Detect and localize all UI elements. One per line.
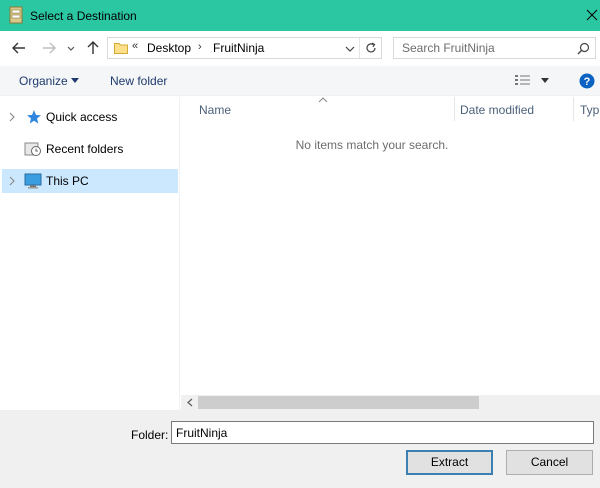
breadcrumb-fruitninja[interactable]: FruitNinja bbox=[213, 41, 264, 55]
forward-arrow-icon[interactable] bbox=[40, 39, 58, 57]
column-divider[interactable] bbox=[454, 97, 455, 121]
back-arrow-icon[interactable] bbox=[10, 39, 28, 57]
address-bar[interactable]: « Desktop › FruitNinja bbox=[107, 37, 382, 59]
column-header-date-modified[interactable]: Date modified bbox=[460, 103, 534, 117]
sidebar-item-this-pc[interactable]: This PC bbox=[2, 169, 178, 193]
app-icon bbox=[9, 6, 23, 24]
search-box[interactable] bbox=[393, 37, 596, 59]
expand-chevron-icon[interactable] bbox=[8, 175, 16, 187]
sidebar-item-label: This PC bbox=[46, 174, 89, 188]
sidebar-item-recent-folders[interactable]: Recent folders bbox=[2, 137, 178, 161]
address-dropdown-chevron-icon[interactable] bbox=[344, 43, 356, 55]
view-dropdown-icon[interactable] bbox=[541, 78, 549, 84]
folder-icon bbox=[114, 43, 128, 54]
cancel-button[interactable]: Cancel bbox=[506, 450, 593, 475]
horizontal-scrollbar[interactable] bbox=[181, 395, 600, 410]
search-icon[interactable] bbox=[577, 42, 590, 55]
scrollbar-thumb[interactable] bbox=[198, 396, 479, 409]
extract-button[interactable]: Extract bbox=[406, 450, 493, 475]
close-icon[interactable] bbox=[582, 4, 600, 26]
sidebar-item-quick-access[interactable]: Quick access bbox=[2, 105, 178, 129]
empty-message: No items match your search. bbox=[295, 138, 449, 152]
breadcrumb-overflow[interactable]: « bbox=[132, 40, 138, 52]
organize-label: Organize bbox=[19, 74, 68, 88]
dialog-footer: Folder: Extract Cancel bbox=[0, 410, 600, 488]
sidebar-item-label: Quick access bbox=[46, 110, 118, 124]
column-divider[interactable] bbox=[573, 97, 574, 121]
window-title: Select a Destination bbox=[30, 9, 137, 23]
recent-folders-icon bbox=[24, 142, 41, 156]
breadcrumb-separator-icon[interactable]: › bbox=[198, 41, 202, 53]
column-header-name[interactable]: Name bbox=[199, 103, 231, 117]
expand-chevron-icon[interactable] bbox=[8, 111, 16, 123]
title-bar: Select a Destination bbox=[0, 0, 600, 31]
folder-input[interactable] bbox=[171, 421, 594, 444]
sort-up-chevron-icon bbox=[318, 97, 328, 103]
computer-icon bbox=[24, 173, 42, 189]
new-folder-button[interactable]: New folder bbox=[110, 74, 167, 88]
organize-dropdown-icon[interactable] bbox=[71, 78, 79, 84]
help-icon[interactable]: ? bbox=[579, 73, 595, 89]
up-arrow-icon[interactable] bbox=[84, 39, 102, 57]
folder-label: Folder: bbox=[131, 428, 169, 442]
file-list: Name Date modified Typ No items match yo… bbox=[181, 97, 600, 410]
command-toolbar: Organize New folder ? bbox=[0, 66, 600, 96]
search-input[interactable] bbox=[402, 41, 567, 55]
scroll-left-icon[interactable] bbox=[185, 397, 195, 408]
star-icon bbox=[27, 110, 41, 124]
organize-button[interactable]: Organize bbox=[19, 74, 68, 88]
breadcrumb-desktop[interactable]: Desktop bbox=[147, 41, 191, 55]
refresh-icon[interactable] bbox=[364, 41, 378, 55]
recent-locations-chevron-icon[interactable] bbox=[65, 39, 77, 57]
sidebar-item-label: Recent folders bbox=[46, 142, 124, 156]
address-divider bbox=[359, 38, 360, 58]
view-options-icon[interactable] bbox=[514, 74, 532, 88]
svg-text:?: ? bbox=[584, 76, 591, 88]
column-header-type[interactable]: Typ bbox=[580, 103, 599, 117]
navigation-pane: Quick access Recent folders This PC bbox=[0, 97, 180, 410]
